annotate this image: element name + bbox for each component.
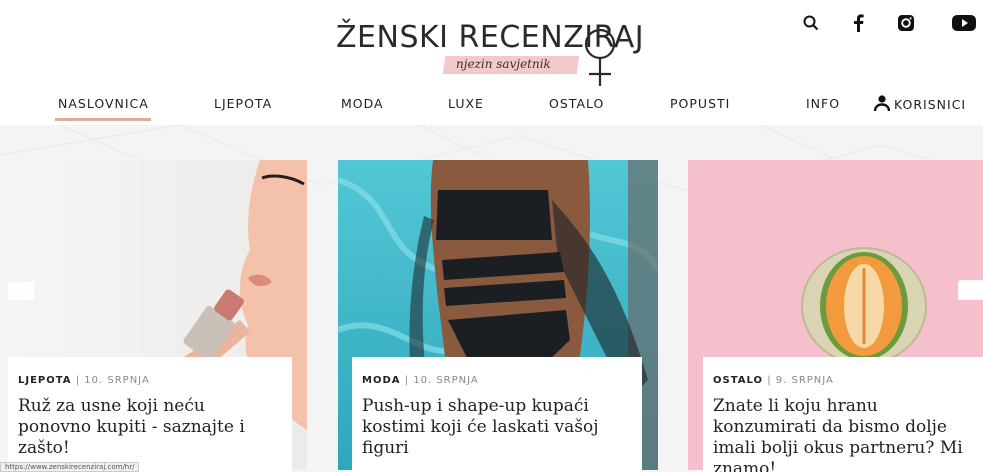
site-logo[interactable]: ŽENSKI RECENZIRAJ njezin savjetnik xyxy=(336,14,666,86)
card-meta: OSTALO | 9. SRPNJA xyxy=(713,375,834,386)
card-meta: LJEPOTA | 10. SRPNJA xyxy=(18,375,150,386)
facebook-icon[interactable] xyxy=(845,10,871,36)
slider-next-arrow[interactable] xyxy=(958,282,983,300)
nav-luxe[interactable]: LUXE xyxy=(448,96,484,111)
nav-popusti[interactable]: POPUSTI xyxy=(670,96,730,111)
user-icon xyxy=(874,95,890,112)
nav-moda[interactable]: MODA xyxy=(341,96,384,111)
nav-naslovnica[interactable]: NASLOVNICA xyxy=(58,96,149,111)
card-title[interactable]: Push-up i shape-up kupaći kostimi koji ć… xyxy=(362,396,632,459)
card-title[interactable]: Ruž za usne koji neću ponovno kupiti - s… xyxy=(18,396,282,459)
featured-slider: LJEPOTA | 10. SRPNJA Ruž za usne koji ne… xyxy=(0,125,983,472)
nav-ljepota[interactable]: LJEPOTA xyxy=(214,96,272,111)
card-date: 10. SRPNJA xyxy=(84,375,150,386)
card-date: 10. SRPNJA xyxy=(413,375,479,386)
nav-korisnici-label: KORISNICI xyxy=(894,96,967,112)
nav-info[interactable]: INFO xyxy=(806,96,840,111)
search-icon[interactable] xyxy=(798,10,824,36)
nav-ostalo[interactable]: OSTALO xyxy=(549,96,604,111)
logo-tagline: njezin savjetnik xyxy=(456,57,551,71)
site-header: ŽENSKI RECENZIRAJ njezin savjetnik NASLO… xyxy=(0,0,983,125)
youtube-icon[interactable] xyxy=(951,10,977,36)
status-bar-url: https://www.zenskirecenziraj.com/hr/ xyxy=(0,462,140,472)
card-moda[interactable]: MODA | 10. SRPNJA Push-up i shape-up kup… xyxy=(352,357,642,472)
nav-active-underline xyxy=(55,118,151,121)
slider-prev-arrow[interactable] xyxy=(8,282,34,300)
nav-korisnici[interactable]: KORISNICI xyxy=(874,95,967,112)
card-title[interactable]: Znate li koju hranu konzumirati da bismo… xyxy=(713,396,973,472)
card-meta: MODA | 10. SRPNJA xyxy=(362,375,479,386)
card-ostalo[interactable]: OSTALO | 9. SRPNJA Znate li koju hranu k… xyxy=(703,357,983,472)
card-category[interactable]: MODA xyxy=(362,375,401,386)
main-navigation: NASLOVNICA LJEPOTA MODA LUXE OSTALO POPU… xyxy=(0,94,983,124)
card-date: 9. SRPNJA xyxy=(775,375,834,386)
card-ljepota[interactable]: LJEPOTA | 10. SRPNJA Ruž za usne koji ne… xyxy=(8,357,292,472)
card-category[interactable]: LJEPOTA xyxy=(18,375,72,386)
card-category[interactable]: OSTALO xyxy=(713,375,763,386)
logo-name: ŽENSKI RECENZIRAJ xyxy=(336,20,645,55)
instagram-icon[interactable] xyxy=(893,10,919,36)
